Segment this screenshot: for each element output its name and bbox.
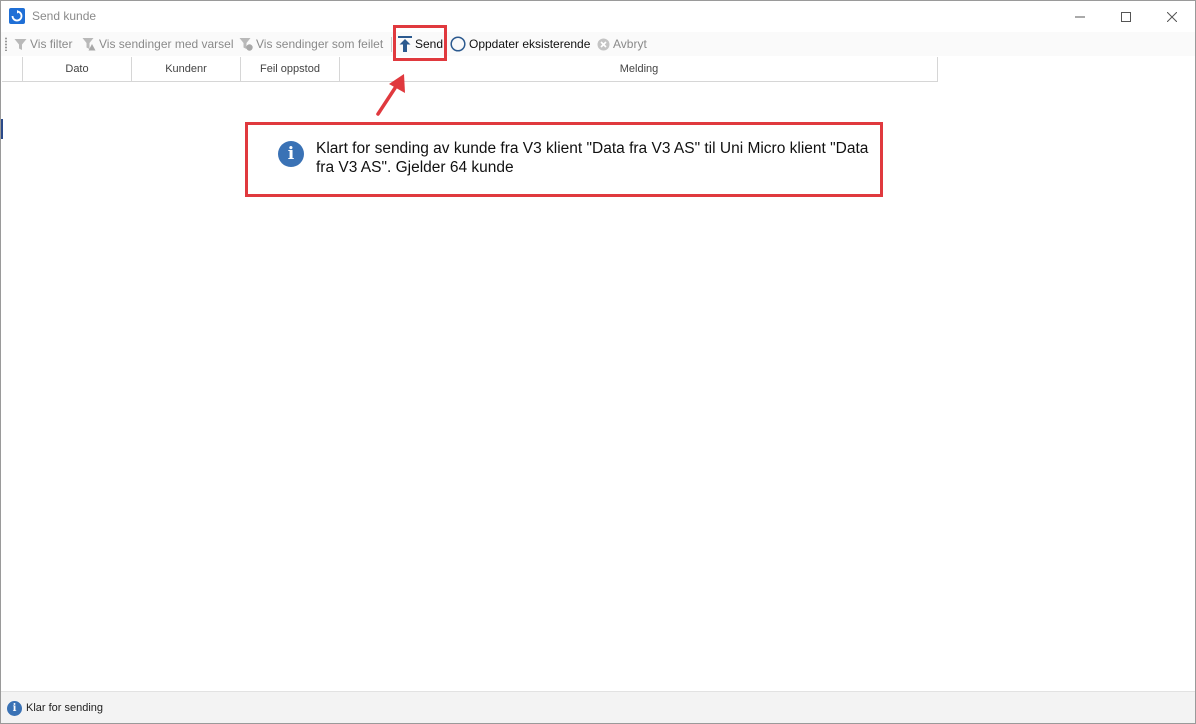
maximize-button[interactable] [1103,1,1149,32]
vis-med-varsel-button[interactable]: Vis sendinger med varsel [82,35,234,53]
window-title: Send kunde [32,9,97,23]
grid-header: Dato Kundenr Feil oppstod Melding [2,57,938,82]
info-icon: i [278,141,304,167]
send-kunde-window: Send kunde Vis filter Vis sendinger med … [0,0,1196,724]
cancel-icon [596,37,610,51]
toolbar: Vis filter Vis sendinger med varsel Vis … [1,32,1195,56]
minimize-icon [1075,16,1085,17]
status-info-icon: i [7,701,22,716]
oppdater-label: Oppdater eksisterende [469,37,591,51]
info-message-box: i Klart for sending av kunde fra V3 klie… [245,122,883,197]
vis-med-varsel-label: Vis sendinger med varsel [99,37,234,51]
status-bar: i Klar for sending [1,691,1195,723]
minimize-button[interactable] [1057,1,1103,32]
vis-filter-button[interactable]: Vis filter [13,35,72,53]
avbryt-button[interactable]: Avbryt [596,35,647,53]
send-highlight-box [393,25,447,61]
close-icon [1167,11,1177,22]
toolbar-grip[interactable] [5,37,7,51]
filter-warning-icon [82,37,96,51]
vis-feilet-label: Vis sendinger som feilet [256,37,384,51]
filter-icon [13,37,27,51]
status-text: Klar for sending [26,702,104,714]
close-button[interactable] [1149,1,1195,32]
column-header-kundenr[interactable]: Kundenr [132,57,241,81]
oppdater-eksisterende-button[interactable]: Oppdater eksisterende [450,35,590,53]
row-selector-header[interactable] [2,57,23,81]
info-message-text: Klart for sending av kunde fra V3 klient… [316,140,869,176]
maximize-icon [1121,11,1131,22]
toolbar-separator [391,37,392,52]
annotation-arrow-icon [376,74,405,116]
left-edge-marker [1,119,3,139]
circle-radio-icon [450,36,466,52]
title-bar: Send kunde [1,1,1195,32]
vis-feilet-button[interactable]: Vis sendinger som feilet [239,35,383,53]
column-header-feil-oppstod[interactable]: Feil oppstod [241,57,340,81]
filter-error-icon [239,37,253,51]
app-icon [9,8,25,24]
avbryt-label: Avbryt [613,37,647,51]
vis-filter-label: Vis filter [30,37,73,51]
column-header-dato[interactable]: Dato [23,57,132,81]
